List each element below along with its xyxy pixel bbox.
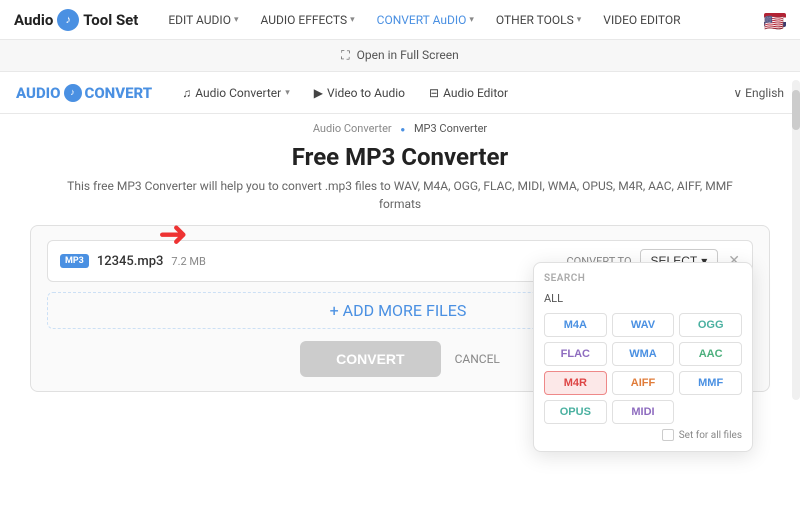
main-content: Free MP3 Converter This free MP3 Convert… (0, 139, 800, 402)
all-formats-option[interactable]: ALL (544, 290, 742, 307)
converter-box: MP3 12345.mp3 7.2 MB CONVERT TO SELECT ▾… (30, 225, 770, 392)
format-btn-wav[interactable]: WAV (612, 313, 675, 337)
full-screen-bar: ⛶ Open in Full Screen (0, 40, 800, 72)
format-btn-aac[interactable]: AAC (679, 342, 742, 366)
plus-icon: + (330, 301, 339, 320)
format-btn-mmf[interactable]: MMF (679, 371, 742, 395)
nav-item-convert-audio[interactable]: CONVERT AuDIO ▾ (367, 9, 484, 31)
full-screen-label: Open in Full Screen (357, 48, 459, 62)
open-full-screen-link[interactable]: ⛶ Open in Full Screen (341, 48, 459, 62)
file-size: 7.2 MB (171, 255, 205, 268)
cancel-link[interactable]: CANCEL (455, 352, 500, 366)
chevron-down-icon: ▾ (577, 15, 582, 25)
format-btn-wma[interactable]: WMA (612, 342, 675, 366)
inner-nav: AUDIO ♪ CONVERT ♫ Audio Converter ▾ ▶ Vi… (0, 72, 800, 114)
inner-nav-video-to-audio[interactable]: ▶ Video to Audio (304, 82, 415, 104)
search-label: SEARCH (544, 273, 742, 284)
chevron-down-icon: ▾ (285, 88, 290, 98)
video-icon: ▶ (314, 86, 323, 100)
format-btn-m4a[interactable]: M4A (544, 313, 607, 337)
page-title: Free MP3 Converter (30, 143, 770, 171)
nav-right: 🇺🇸 (764, 13, 786, 27)
logo-icon: ♪ (57, 9, 79, 31)
breadcrumb-separator: ● (400, 125, 405, 134)
breadcrumb: Audio Converter ● MP3 Converter (0, 114, 800, 139)
page-subtitle: This free MP3 Converter will help you to… (30, 177, 770, 213)
breadcrumb-parent[interactable]: Audio Converter (313, 122, 392, 135)
nav-item-other-tools[interactable]: OTHER TOOLS ▾ (486, 9, 591, 31)
top-nav: Audio ♪ Tool Set EDIT AUDIO ▾ AUDIO EFFE… (0, 0, 800, 40)
inner-nav-items: ♫ Audio Converter ▾ ▶ Video to Audio ⊟ A… (172, 82, 733, 104)
expand-icon: ⛶ (341, 48, 349, 62)
inner-logo-text: AUDIO (16, 84, 61, 102)
inner-nav-audio-converter[interactable]: ♫ Audio Converter ▾ (172, 82, 300, 104)
logo-text-part2: Tool Set (83, 11, 138, 29)
nav-items: EDIT AUDIO ▾ AUDIO EFFECTS ▾ CONVERT AuD… (158, 9, 764, 31)
logo-text-part1: Audio (14, 11, 53, 29)
file-name: 12345.mp3 (97, 254, 164, 269)
format-dropdown-panel: SEARCH ALL M4A WAV OGG FLAC WMA AAC M4R … (533, 262, 753, 452)
nav-item-edit-audio[interactable]: EDIT AUDIO ▾ (158, 9, 248, 31)
inner-nav-audio-editor[interactable]: ⊟ Audio Editor (419, 82, 518, 104)
format-grid: M4A WAV OGG FLAC WMA AAC M4R AIFF MMF OP… (544, 313, 742, 424)
format-btn-flac[interactable]: FLAC (544, 342, 607, 366)
format-btn-ogg[interactable]: OGG (679, 313, 742, 337)
chevron-down-icon: ▾ (350, 15, 355, 25)
chevron-down-icon: ▾ (469, 15, 474, 25)
file-type-badge: MP3 (60, 254, 89, 268)
nav-item-video-editor[interactable]: VIDEO EDITOR (593, 9, 690, 31)
breadcrumb-current: MP3 Converter (414, 122, 487, 135)
set-all-row: Set for all files (544, 429, 742, 441)
audio-editor-icon: ⊟ (429, 86, 439, 100)
chevron-down-icon: ▾ (234, 15, 239, 25)
music-icon: ♫ (182, 86, 191, 100)
format-btn-aiff[interactable]: AIFF (612, 371, 675, 395)
scrollbar-thumb[interactable] (792, 90, 800, 130)
format-btn-m4r[interactable]: M4R (544, 371, 607, 395)
set-all-checkbox[interactable] (662, 429, 674, 441)
format-btn-opus[interactable]: OPUS (544, 400, 607, 424)
add-more-label: ADD MORE FILES (343, 301, 467, 320)
inner-logo-text2: CONVERT (85, 84, 153, 102)
inner-nav-lang[interactable]: ∨ English (733, 86, 784, 100)
set-all-label: Set for all files (679, 430, 742, 441)
nav-item-audio-effects[interactable]: AUDIO EFFECTS ▾ (251, 9, 365, 31)
flag-icon[interactable]: 🇺🇸 (764, 13, 786, 27)
inner-logo-icon: ♪ (64, 84, 82, 102)
logo[interactable]: Audio ♪ Tool Set (14, 9, 138, 31)
scrollbar-track[interactable] (792, 80, 800, 400)
inner-logo[interactable]: AUDIO ♪ CONVERT (16, 84, 152, 102)
format-btn-midi[interactable]: MIDI (612, 400, 675, 424)
convert-button[interactable]: CONVERT (300, 341, 440, 377)
